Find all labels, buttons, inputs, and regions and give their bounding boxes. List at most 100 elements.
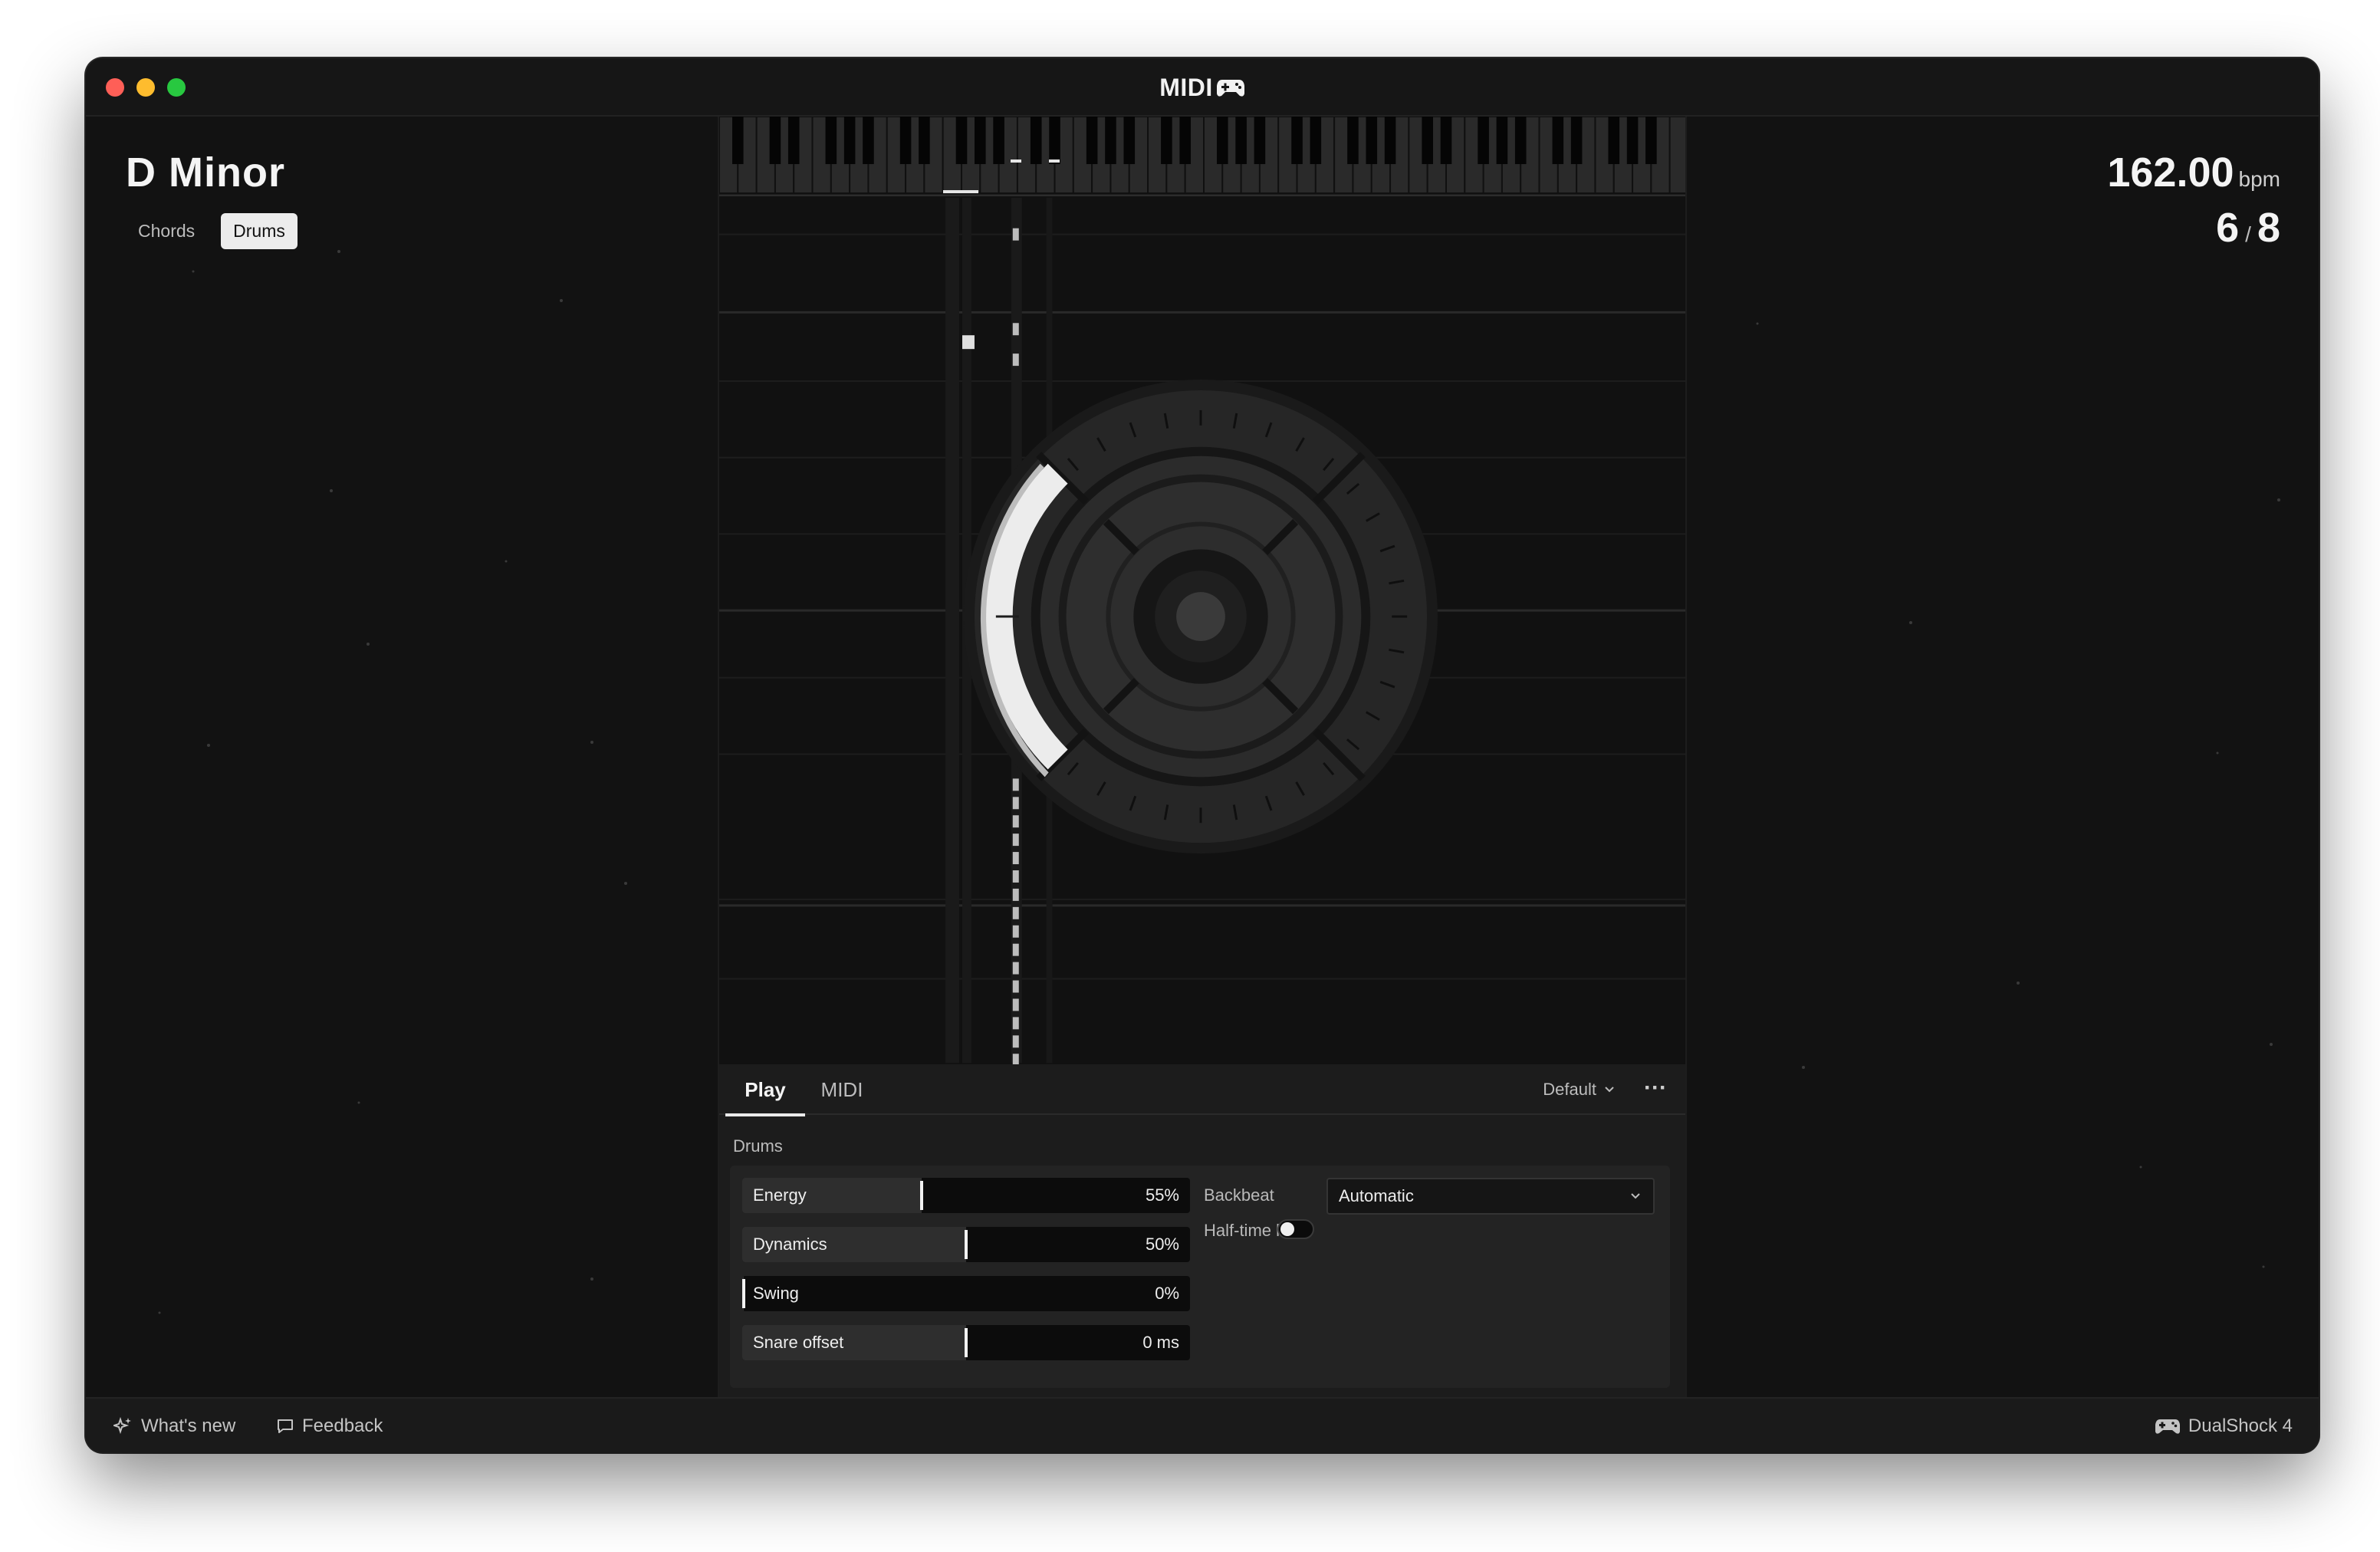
piano-black-key [955,117,968,164]
slider-value: 55% [1145,1185,1179,1205]
piano-black-key [1086,117,1098,164]
song-info: D Minor Chords Drums [126,149,298,249]
piano-black-key [1478,117,1489,164]
controller-status[interactable]: DualShock 4 [2155,1399,2293,1452]
swing-slider[interactable]: Swing 0% [742,1276,1190,1311]
note-block [1012,1054,1019,1064]
slider-label: Energy [753,1185,807,1205]
piano-black-key [1347,117,1359,164]
controller-wheel [963,380,1438,854]
mode-tab-drums[interactable]: Drums [221,213,298,249]
backbeat-value: Automatic [1339,1186,1414,1205]
piano-black-key [1366,117,1378,164]
backbeat-label: Backbeat [1204,1185,1274,1205]
piano-keyboard [719,117,1685,196]
more-options-button[interactable]: ··· [1644,1064,1667,1115]
piano-black-key [1310,117,1322,164]
piano-black-key [825,117,837,164]
meter-separator: / [2245,222,2251,246]
dynamics-slider[interactable]: Dynamics 50% [742,1227,1190,1262]
time-signature[interactable]: 6/8 [2107,204,2280,252]
piano-black-key [1440,117,1452,164]
note-block [1012,980,1019,993]
slider-thumb[interactable] [965,1230,968,1259]
slider-value: 50% [1145,1235,1179,1254]
app-title-text: MIDI [1159,73,1213,101]
piano-black-key [919,117,930,164]
tempo-value[interactable]: 162.00 [2107,150,2234,196]
controller-name: DualShock 4 [2188,1416,2293,1436]
feedback-label: Feedback [302,1416,383,1436]
active-key-marker [1011,159,1021,163]
slider-thumb[interactable] [742,1279,745,1308]
panel-tabs: Play MIDI Default ··· [719,1064,1685,1116]
performance-area: Play MIDI Default ··· Drums Energy 55% D… [718,117,1687,1397]
piano-black-key [1384,117,1396,164]
note-block [1012,228,1019,241]
note-block [1012,925,1019,938]
note-block [1012,852,1019,865]
drum-controls: Energy 55% Dynamics 50% Swing 0% Snare o… [730,1166,1670,1388]
slider-value: 0% [1155,1284,1179,1303]
piano-black-key [1179,117,1191,164]
note-block [1012,815,1019,828]
whats-new-link[interactable]: What's new [113,1399,235,1452]
tempo-unit: bpm [2238,167,2280,191]
preset-dropdown[interactable]: Default [1543,1064,1615,1115]
note-block [1012,998,1019,1011]
half-time-lock-toggle[interactable] [1277,1219,1314,1239]
chevron-down-icon [1631,1193,1640,1199]
piano-black-key [1049,117,1060,164]
slider-thumb[interactable] [920,1181,923,1210]
snare-offset-slider[interactable]: Snare offset 0 ms [742,1325,1190,1360]
slider-thumb[interactable] [965,1328,968,1357]
slider-label: Snare offset [753,1333,844,1352]
section-label: Drums [733,1136,783,1156]
piano-black-key [1105,117,1116,164]
piano-black-key [1030,117,1042,164]
preset-label: Default [1543,1080,1596,1099]
piano-black-key [787,117,800,164]
piano-black-key [769,117,781,164]
backbeat-select[interactable]: Automatic [1326,1178,1655,1215]
toggle-knob [1280,1222,1294,1236]
feedback-link[interactable]: Feedback [276,1399,383,1452]
note-block [1012,834,1019,847]
note-block [1012,797,1019,810]
note-block [1012,1035,1019,1048]
piano-black-key [1217,117,1228,164]
key-title: D Minor [126,150,285,196]
piano-black-key [1626,117,1639,164]
slider-label: Swing [753,1284,799,1303]
piano-black-key [1514,117,1527,164]
title-bar: MIDI [86,58,2319,117]
piano-black-key [863,117,874,164]
note-roll [719,197,1685,1064]
piano-black-key [1608,117,1620,164]
slider-value: 0 ms [1142,1333,1179,1352]
piano-black-key [732,117,744,164]
piano-black-key [1422,117,1433,164]
app-window: MIDI D Minor Chords Drums 162.00 bpm 6 /… [86,58,2319,1452]
note-block [1012,906,1019,919]
piano-white-key [1668,117,1685,194]
piano-black-key [1570,117,1583,164]
meter-denominator: 8 [2257,205,2280,251]
comment-icon [278,1419,293,1433]
note-block [1012,870,1019,883]
energy-slider[interactable]: Energy 55% [742,1178,1190,1213]
piano-black-key [975,117,986,164]
note-block [1012,888,1019,901]
active-key-marker [1049,159,1060,163]
slider-label: Dynamics [753,1235,827,1254]
mode-tabs: Chords Drums [126,213,298,249]
gamepad-icon [1216,80,1244,97]
tab-play[interactable]: Play [725,1064,805,1116]
piano-black-key [1645,117,1657,164]
sparkle-icon [113,1416,131,1435]
piano-black-key [1123,117,1136,164]
piano-black-key [899,117,912,164]
tab-midi[interactable]: MIDI [814,1064,869,1115]
mode-tab-chords[interactable]: Chords [126,213,207,249]
note-block [1012,962,1019,975]
